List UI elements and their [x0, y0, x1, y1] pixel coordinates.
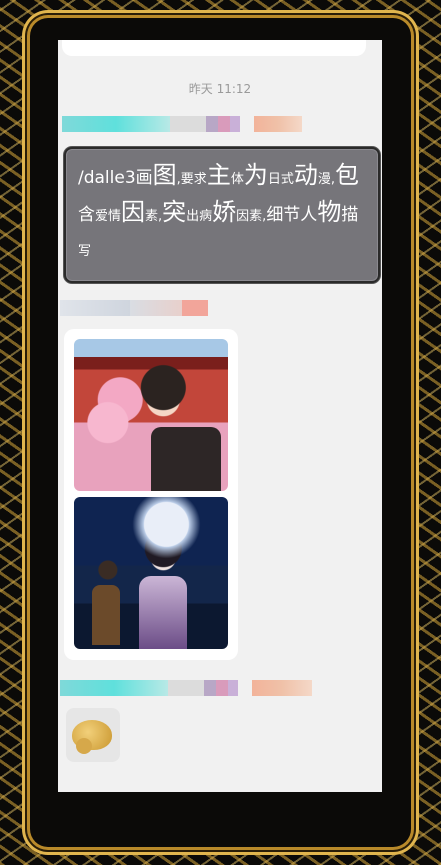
- message-text-segment: 含: [78, 205, 95, 225]
- message-text-segment: 图: [152, 161, 177, 189]
- message-text-segment: ,要求: [176, 172, 207, 187]
- message-text-segment: 动: [293, 161, 318, 189]
- message-bubble-prompt[interactable]: /dalle3画图,要求主体为日式动漫,包含爱情因素,突出病娇因素,细节人物描写: [64, 147, 380, 283]
- message-text-segment: 体: [230, 172, 244, 187]
- generated-image-moonlit-yandere[interactable]: [74, 497, 228, 649]
- chat-screen[interactable]: 昨天 11:12 /dalle3画图,要求主体为日式动漫,包含爱情因素,突出病娇…: [58, 40, 382, 792]
- emoji-sticker-icon[interactable]: [66, 708, 120, 762]
- message-text-segment: 出病: [186, 209, 213, 224]
- generated-image-couple-hug[interactable]: [74, 339, 228, 491]
- bot-name-blurred: [60, 300, 208, 316]
- image-result-card[interactable]: [64, 329, 238, 660]
- message-text-segment: 因: [121, 198, 146, 226]
- message-text-segment: 娇: [212, 198, 237, 226]
- message-text-segment: 突: [162, 198, 187, 226]
- message-text-segment: 爱情: [95, 209, 122, 224]
- message-text-segment: 素,: [145, 209, 163, 224]
- message-text-segment: 细节人: [266, 205, 318, 225]
- sticker-blob-hand: [76, 738, 92, 754]
- message-text-segment: 描: [341, 205, 359, 225]
- message-text-segment: /dalle3画: [78, 168, 153, 188]
- message-text-segment: 因素,: [236, 209, 267, 224]
- sender-name-blurred-2: [60, 680, 312, 696]
- message-text-segment: 漫,: [317, 172, 335, 187]
- sender-name-blurred: [62, 116, 302, 132]
- message-text-segment: 物: [317, 198, 342, 226]
- message-text-segment: 主: [206, 161, 231, 189]
- previous-message-bubble[interactable]: [62, 40, 366, 56]
- message-text-segment: 包: [334, 161, 359, 189]
- message-timestamp: 昨天 11:12: [188, 82, 252, 96]
- message-text-segment: 写: [78, 244, 92, 259]
- message-text-segment: 为: [243, 161, 268, 189]
- message-text-segment: 日式: [267, 172, 294, 187]
